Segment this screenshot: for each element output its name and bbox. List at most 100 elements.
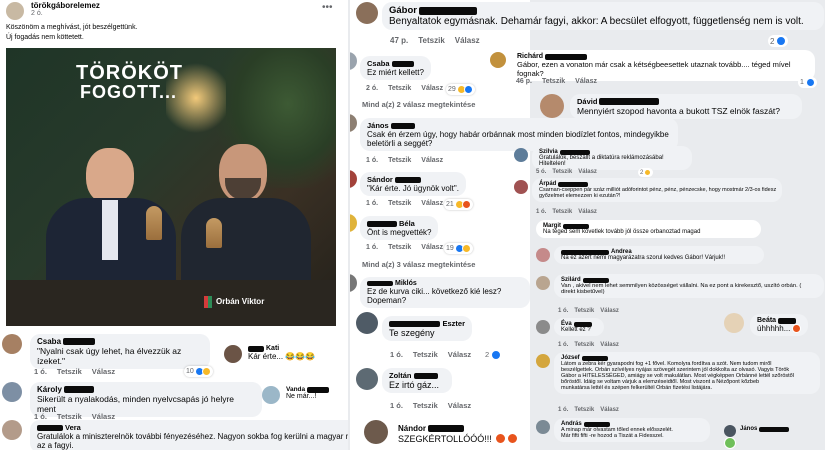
like-button[interactable]: Tetszik (388, 200, 411, 207)
post-time[interactable]: 2 ó. (31, 10, 43, 17)
like-button[interactable]: Tetszik (57, 367, 82, 376)
reply-button[interactable]: Válasz (421, 157, 443, 164)
reaction-count[interactable]: 19 (444, 243, 473, 254)
comment-time[interactable]: 2 ó. (366, 85, 378, 92)
reply-button[interactable]: Válasz (421, 85, 443, 92)
reply-button[interactable]: Válasz (448, 401, 471, 410)
like-button[interactable]: Tetszik (418, 36, 445, 45)
comment-author[interactable]: Kati (248, 345, 315, 352)
like-button[interactable]: Tetszik (388, 244, 411, 251)
comment-time[interactable]: 1 ó. (390, 350, 403, 359)
comment-text: úhhhhh... (757, 324, 791, 333)
avatar[interactable] (224, 345, 242, 363)
comment-author[interactable]: Eszter (389, 319, 465, 328)
comment-author[interactable]: Nándor (398, 424, 518, 433)
reaction-count[interactable]: 2 (638, 168, 654, 177)
reaction-count[interactable]: 2 (768, 35, 789, 47)
comment-time[interactable]: 1 ó. (558, 342, 568, 348)
like-button[interactable]: Tetszik (574, 407, 594, 413)
reply-button[interactable]: Válasz (575, 78, 597, 85)
view-replies-link[interactable]: Mind a(z) 3 válasz megtekintése (362, 260, 475, 269)
post-author[interactable]: törökgáborelemez (31, 1, 100, 10)
reply-button[interactable]: Válasz (455, 36, 480, 45)
reply-button[interactable]: Válasz (448, 350, 471, 359)
comment-time[interactable]: 1 ó. (390, 401, 403, 410)
comment: Vera Gratulálok a miniszterelnök további… (2, 420, 348, 450)
comment-time[interactable]: 1 ó. (366, 157, 378, 164)
reply-button[interactable]: Válasz (600, 308, 619, 314)
avatar[interactable] (536, 248, 550, 262)
avatar[interactable] (514, 148, 528, 162)
comment-author[interactable]: Sándor (367, 175, 459, 184)
reaction-count[interactable]: 10 (184, 366, 213, 377)
comment-bubble: Éva Kellett ez ? (554, 318, 604, 336)
avatar[interactable] (262, 386, 280, 404)
avatar[interactable] (536, 320, 550, 334)
avatar[interactable] (536, 420, 550, 434)
post-photo[interactable]: TÖRÖKÖT FOGOTT... Orbán Viktor (6, 48, 336, 326)
comment: Csaba "Nyalni csak úgy lehet, ha élvezzü… (2, 334, 210, 369)
comment-author[interactable]: Vanda (286, 386, 330, 393)
comment-time[interactable]: 1 ó. (34, 367, 47, 376)
photo-sign: Orbán Viktor (216, 297, 265, 306)
view-replies-link[interactable]: Mind a(z) 2 válasz megtekintése (362, 100, 475, 109)
comment-bubble: Gábor Benyaltatok egymásnak. Dehamár fag… (382, 2, 824, 30)
reply-button[interactable]: Válasz (600, 407, 619, 413)
comment-author[interactable]: Richárd (517, 53, 808, 60)
comment-time[interactable]: 1 ó. (366, 244, 378, 251)
avatar[interactable] (2, 334, 22, 354)
reply-button[interactable]: Válasz (421, 200, 443, 207)
comment-author[interactable]: Béla (367, 219, 431, 228)
comment-author[interactable]: Zoltán (389, 371, 445, 380)
reply-button[interactable]: Válasz (578, 169, 597, 175)
comment-author[interactable]: Gábor (389, 5, 817, 16)
reaction-count[interactable]: 1 (798, 77, 817, 88)
angry-emoji-icon (792, 324, 801, 333)
reply-button[interactable]: Válasz (600, 342, 619, 348)
comment-time[interactable]: 47 p. (390, 36, 408, 45)
like-button[interactable]: Tetszik (388, 157, 411, 164)
comment-author[interactable]: János (740, 426, 790, 432)
comment-time[interactable]: 5 ó. (536, 169, 546, 175)
like-button[interactable]: Tetszik (413, 350, 438, 359)
like-button[interactable]: Tetszik (574, 342, 594, 348)
reply-button[interactable]: Válasz (92, 367, 115, 376)
reaction-count[interactable]: 21 (444, 199, 473, 210)
reply-button[interactable]: Válasz (578, 209, 597, 215)
avatar[interactable] (536, 276, 550, 290)
avatar[interactable] (536, 354, 550, 368)
avatar[interactable] (540, 94, 564, 118)
like-button[interactable]: Tetszik (552, 209, 572, 215)
comment-author[interactable]: János (367, 121, 671, 130)
like-button[interactable]: Tetszik (542, 78, 565, 85)
crying-emoji-icon (724, 437, 736, 449)
avatar[interactable] (724, 425, 736, 437)
comment-time[interactable]: 1 ó. (536, 209, 546, 215)
comment-author[interactable]: Károly (37, 385, 255, 394)
comment-author[interactable]: Dávid (577, 97, 795, 106)
like-button[interactable]: Tetszik (413, 401, 438, 410)
like-button[interactable]: Tetszik (574, 308, 594, 314)
comment-time[interactable]: 1 ó. (366, 200, 378, 207)
comment-time[interactable]: 1 ó. (558, 407, 568, 413)
avatar[interactable] (2, 382, 22, 402)
comment-text: Ez de kurva ciki... következő kié lesz? … (367, 287, 502, 305)
post-avatar[interactable] (6, 2, 24, 20)
avatar[interactable] (514, 180, 528, 194)
comment-author[interactable]: Csaba (367, 59, 424, 68)
comment-author[interactable]: Miklós (367, 280, 523, 287)
post-more-icon[interactable]: ••• (322, 2, 333, 13)
like-button[interactable]: Tetszik (552, 169, 572, 175)
comment-time[interactable]: 1 ó. (558, 308, 568, 314)
comment-time[interactable]: 46 p. (516, 78, 532, 85)
reaction-count[interactable]: 2 (483, 349, 504, 360)
reply-button[interactable]: Válasz (421, 244, 443, 251)
comment-author[interactable]: Csaba (37, 337, 203, 346)
avatar[interactable] (490, 52, 506, 68)
avatar[interactable] (2, 420, 22, 440)
comment-author[interactable]: Beáta (757, 317, 801, 324)
like-button[interactable]: Tetszik (388, 85, 411, 92)
reaction-count[interactable]: 29 (446, 84, 475, 95)
comment-author[interactable]: Vera (37, 423, 348, 432)
avatar[interactable] (724, 313, 744, 333)
